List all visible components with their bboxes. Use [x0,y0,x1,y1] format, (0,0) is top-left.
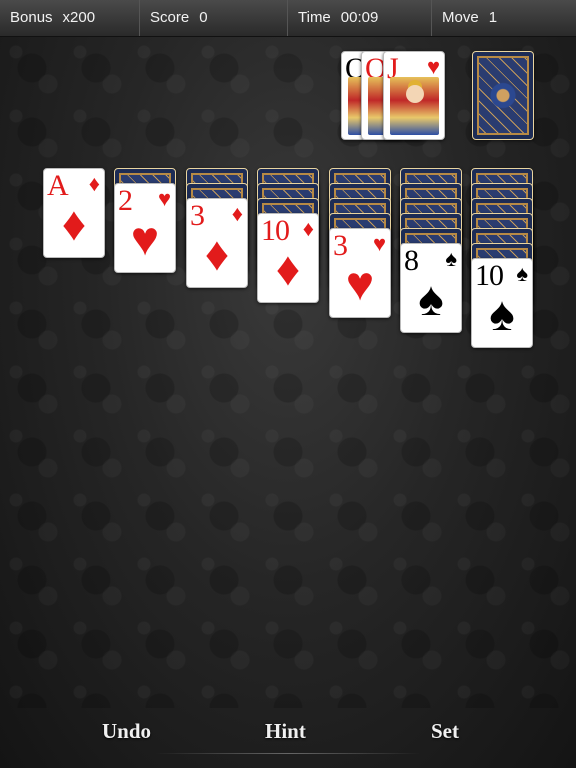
spade-icon: ♠ [418,273,444,326]
card-rank: 8 [404,244,419,277]
settings-button[interactable]: Set [431,719,459,744]
tableau-4-top-card[interactable]: 10 ♦ ♦ [257,213,319,303]
card-rank: 2 [118,184,133,217]
card-rank: 3 [190,199,205,232]
tableau-6-top-card[interactable]: 8 ♠ ♠ [400,243,462,333]
bonus-label: Bonus [10,9,53,26]
diamond-icon: ♦ [275,243,301,296]
score-label: Score [150,9,190,26]
stock-pile[interactable] [472,51,534,140]
toolbar-divider [155,753,421,754]
spade-icon: ♠ [516,261,528,286]
score-value: 0 [199,9,208,26]
heart-icon: ♥ [372,231,386,256]
diamond-icon: ♦ [302,216,314,241]
move-label: Move [442,9,479,26]
move-display: Move 1 [432,0,576,36]
time-label: Time [298,9,331,26]
time-display: Time 00:09 [288,0,432,36]
diamond-icon: ♦ [61,198,87,251]
score-display: Score 0 [140,0,288,36]
tableau-2-top-card[interactable]: 2 ♥ ♥ [114,183,176,273]
bottom-toolbar: Undo Hint Set [0,706,576,768]
undo-button[interactable]: Undo [102,719,151,744]
heart-icon: ♥ [426,54,440,79]
move-value: 1 [488,9,498,26]
spade-icon: ♠ [445,246,457,271]
card-rank: 3 [333,229,348,262]
diamond-icon: ♦ [88,171,100,196]
hint-button[interactable]: Hint [265,719,306,744]
heart-icon: ♥ [345,258,375,311]
tableau-5-top-card[interactable]: 3 ♥ ♥ [329,228,391,318]
diamond-icon: ♦ [231,201,243,226]
jack-face-icon [390,77,439,135]
heart-icon: ♥ [130,213,160,266]
waste-top-card[interactable]: J ♥ [383,51,445,140]
tableau-1-top-card[interactable]: A ♦ ♦ [43,168,105,258]
tableau-7-top-card[interactable]: 10 ♠ ♠ [471,258,533,348]
tableau-3-top-card[interactable]: 3 ♦ ♦ [186,198,248,288]
bonus-display: Bonus x200 [0,0,140,36]
time-value: 00:09 [340,9,379,26]
bonus-value: x200 [62,9,96,26]
status-bar: Bonus x200 Score 0 Time 00:09 Move 1 [0,0,576,37]
spade-icon: ♠ [489,288,515,341]
heart-icon: ♥ [157,186,171,211]
diamond-icon: ♦ [204,228,230,281]
